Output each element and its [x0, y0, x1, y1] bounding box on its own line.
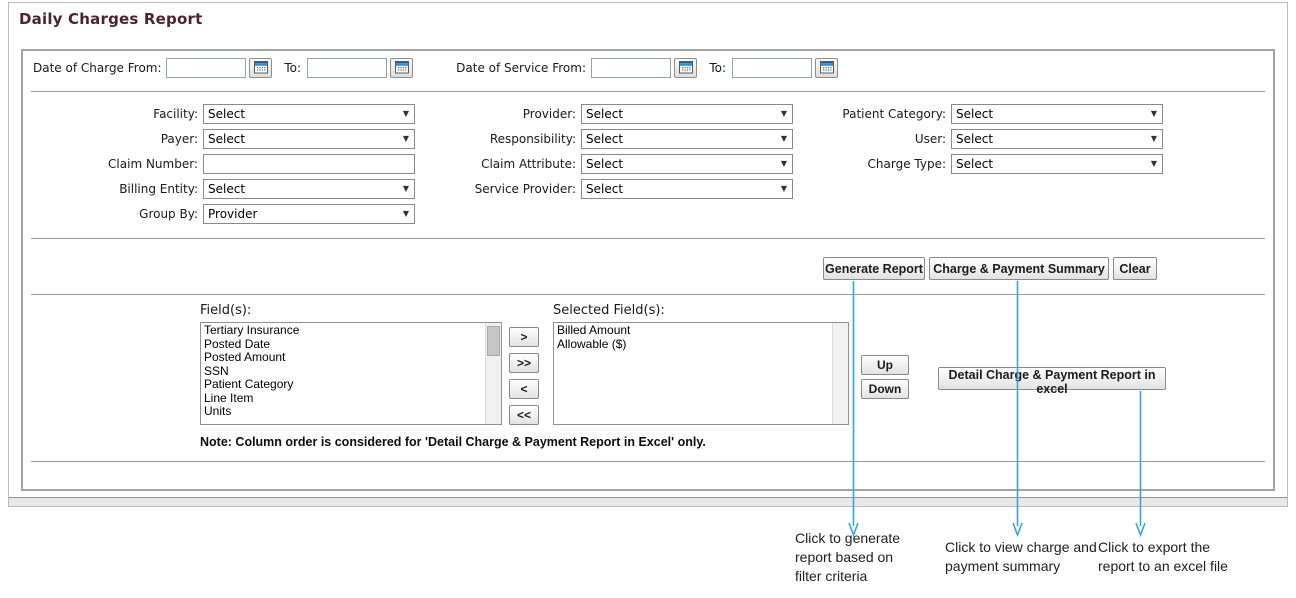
- chevron-down-icon: ▼: [403, 110, 414, 118]
- available-fields-listbox[interactable]: Tertiary InsurancePosted DatePosted Amou…: [200, 322, 502, 425]
- claim-attribute-label: Claim Attribute:: [423, 157, 576, 171]
- date-of-service-from-input[interactable]: [591, 58, 671, 78]
- scrollbar[interactable]: [832, 323, 848, 424]
- selected-fields-label: Selected Field(s):: [553, 303, 665, 318]
- date-of-service-from-label: Date of Service From:: [448, 61, 586, 75]
- annotation-text-export: Click to export the report to an excel f…: [1098, 538, 1240, 576]
- date-of-charge-to-label: To:: [277, 61, 301, 75]
- column-order-note: Note: Column order is considered for 'De…: [200, 435, 706, 449]
- service-provider-select[interactable]: Select ▼: [581, 179, 793, 199]
- chevron-down-icon: ▼: [1151, 135, 1162, 143]
- group-by-select-value: Provider: [204, 207, 403, 221]
- billing-entity-select-value: Select: [204, 182, 403, 196]
- chevron-down-icon: ▼: [1151, 160, 1162, 168]
- charge-type-select-value: Select: [952, 157, 1151, 171]
- date-of-charge-from-label: Date of Charge From:: [33, 61, 161, 75]
- provider-label: Provider:: [423, 107, 576, 121]
- move-all-right-button[interactable]: >>: [509, 353, 539, 373]
- payer-select-value: Select: [204, 132, 403, 146]
- date-of-charge-to-input[interactable]: [307, 58, 387, 78]
- chevron-down-icon: ▼: [781, 185, 792, 193]
- claim-attribute-select[interactable]: Select ▼: [581, 154, 793, 174]
- scrollbar[interactable]: [485, 323, 501, 424]
- divider: [31, 91, 1265, 92]
- charge-payment-summary-button[interactable]: Charge & Payment Summary: [929, 257, 1109, 280]
- service-provider-label: Service Provider:: [423, 182, 576, 196]
- detail-charge-payment-excel-button[interactable]: Detail Charge & Payment Report in excel: [938, 367, 1166, 390]
- date-of-service-from-calendar-button[interactable]: [674, 58, 697, 78]
- user-label: User:: [773, 132, 946, 146]
- daily-charges-report-panel: Daily Charges Report Date of Charge From…: [8, 2, 1288, 507]
- payer-label: Payer:: [33, 132, 198, 146]
- claim-number-input[interactable]: [203, 154, 415, 174]
- selected-fields-listbox[interactable]: Billed AmountAllowable ($): [553, 322, 849, 425]
- calendar-icon: [820, 60, 834, 77]
- list-item[interactable]: Posted Amount: [201, 351, 485, 365]
- responsibility-select-value: Select: [582, 132, 781, 146]
- user-select[interactable]: Select ▼: [951, 129, 1163, 149]
- provider-select-value: Select: [582, 107, 781, 121]
- available-fields-label: Field(s):: [200, 303, 251, 318]
- calendar-icon: [679, 60, 693, 77]
- annotation-text-generate: Click to generate report based on filter…: [795, 529, 909, 586]
- facility-select[interactable]: Select ▼: [203, 104, 415, 124]
- calendar-icon: [395, 60, 409, 77]
- list-item[interactable]: Allowable ($): [554, 338, 832, 352]
- divider: [31, 294, 1265, 295]
- chevron-down-icon: ▼: [403, 210, 414, 218]
- facility-label: Facility:: [33, 107, 198, 121]
- billing-entity-select[interactable]: Select ▼: [203, 179, 415, 199]
- annotation-text-summary: Click to view charge and payment summary: [945, 538, 1101, 576]
- move-up-button[interactable]: Up: [861, 355, 909, 375]
- list-item[interactable]: Units: [201, 405, 485, 419]
- generate-report-button[interactable]: Generate Report: [823, 257, 925, 280]
- date-of-service-to-calendar-button[interactable]: [815, 58, 838, 78]
- patient-category-label: Patient Category:: [773, 107, 946, 121]
- divider: [31, 238, 1265, 239]
- service-provider-select-value: Select: [582, 182, 781, 196]
- date-of-charge-from-calendar-button[interactable]: [249, 58, 272, 78]
- move-all-left-button[interactable]: <<: [509, 405, 539, 425]
- report-filter-panel: Date of Charge From: To: Date of Service…: [21, 49, 1275, 491]
- payer-select[interactable]: Select ▼: [203, 129, 415, 149]
- patient-category-select-value: Select: [952, 107, 1151, 121]
- date-of-charge-to-calendar-button[interactable]: [390, 58, 413, 78]
- patient-category-select[interactable]: Select ▼: [951, 104, 1163, 124]
- group-by-label: Group By:: [33, 207, 198, 221]
- charge-type-select[interactable]: Select ▼: [951, 154, 1163, 174]
- clear-button[interactable]: Clear: [1113, 257, 1157, 280]
- chevron-down-icon: ▼: [1151, 110, 1162, 118]
- scrollbar-thumb[interactable]: [487, 326, 500, 356]
- responsibility-label: Responsibility:: [423, 132, 576, 146]
- list-item[interactable]: Patient Category: [201, 378, 485, 392]
- list-item[interactable]: Tertiary Insurance: [201, 324, 485, 338]
- page-title: Daily Charges Report: [19, 10, 202, 28]
- move-left-button[interactable]: <: [509, 379, 539, 399]
- chevron-down-icon: ▼: [403, 135, 414, 143]
- date-of-service-to-label: To:: [702, 61, 726, 75]
- date-of-service-to-input[interactable]: [732, 58, 812, 78]
- group-by-select[interactable]: Provider ▼: [203, 204, 415, 224]
- calendar-icon: [254, 60, 268, 77]
- claim-attribute-select-value: Select: [582, 157, 781, 171]
- panel-bottom-strip: [9, 497, 1287, 506]
- chevron-down-icon: ▼: [403, 185, 414, 193]
- responsibility-select[interactable]: Select ▼: [581, 129, 793, 149]
- list-item[interactable]: Posted Date: [201, 338, 485, 352]
- facility-select-value: Select: [204, 107, 403, 121]
- list-item[interactable]: SSN: [201, 365, 485, 379]
- provider-select[interactable]: Select ▼: [581, 104, 793, 124]
- charge-type-label: Charge Type:: [773, 157, 946, 171]
- claim-number-label: Claim Number:: [33, 157, 198, 171]
- move-right-button[interactable]: >: [509, 327, 539, 347]
- list-item[interactable]: Line Item: [201, 392, 485, 406]
- date-of-charge-from-input[interactable]: [166, 58, 246, 78]
- user-select-value: Select: [952, 132, 1151, 146]
- list-item[interactable]: Billed Amount: [554, 324, 832, 338]
- billing-entity-label: Billing Entity:: [33, 182, 198, 196]
- divider: [31, 461, 1265, 462]
- move-down-button[interactable]: Down: [861, 379, 909, 399]
